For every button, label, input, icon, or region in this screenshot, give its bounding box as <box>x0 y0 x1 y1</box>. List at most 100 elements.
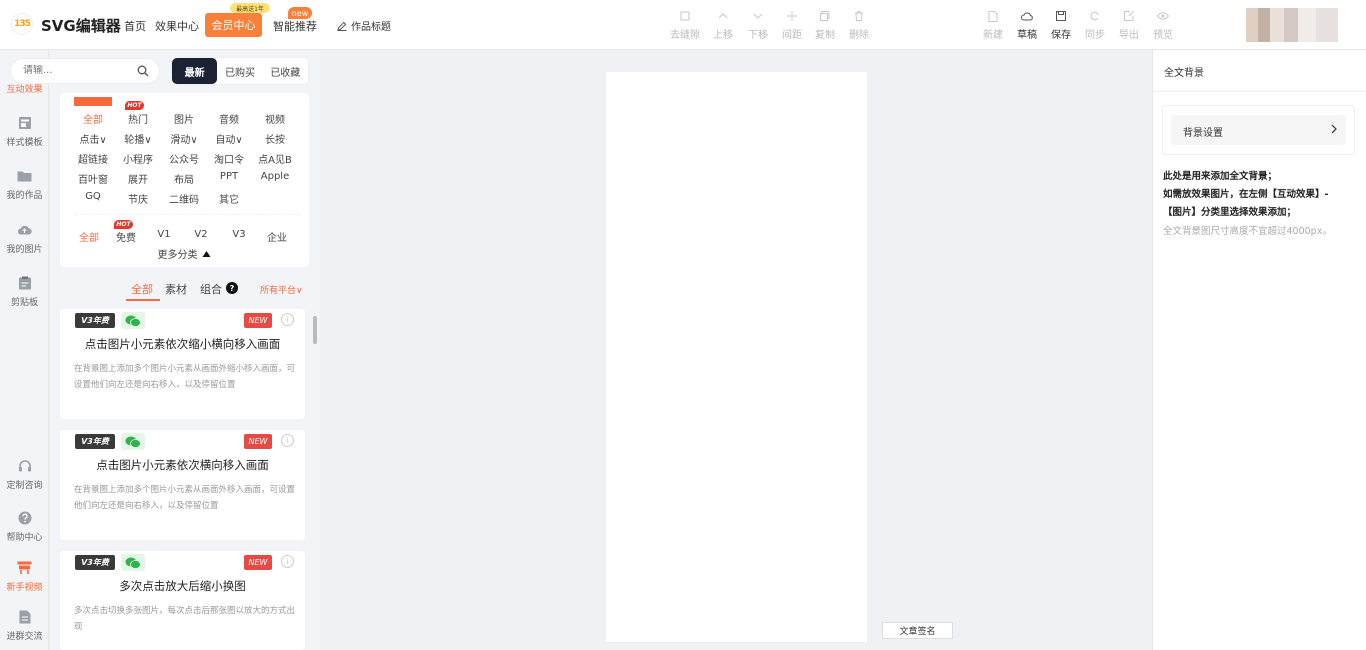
cat-auto[interactable]: 自动∨ <box>215 131 242 146</box>
scrollbar-thumb[interactable] <box>313 316 317 344</box>
search-box[interactable] <box>10 58 160 84</box>
seg-purchased[interactable]: 已购买 <box>217 58 262 84</box>
ver-v3[interactable]: V3 <box>232 229 245 240</box>
chevron-down-icon <box>752 10 764 22</box>
tool-spacing[interactable]: 间距 <box>775 10 809 41</box>
rail-item-my-images[interactable]: 我的图片 <box>0 222 49 255</box>
tool-sync[interactable]: 同步 <box>1078 10 1112 41</box>
spacing-icon <box>786 10 798 22</box>
rail-item-style-templates[interactable]: 样式模板 <box>0 115 49 148</box>
info-icon[interactable]: i <box>281 313 294 326</box>
cat-hot[interactable]: 热门 <box>128 111 148 126</box>
background-setting-row[interactable]: 背景设置 <box>1171 115 1346 145</box>
effect-card[interactable]: V3年费 NEW i 点击图片小元素依次缩小横向移入画面 在背景图上添加多个图片… <box>60 309 305 419</box>
subtab-material[interactable]: 素材 <box>165 281 187 297</box>
cat-a-see-b[interactable]: 点A见B <box>258 151 292 166</box>
tool-remove-gap[interactable]: 去缝隙 <box>668 10 702 41</box>
ver-free[interactable]: 免费 <box>116 229 136 244</box>
cat-official-account[interactable]: 公众号 <box>169 151 199 166</box>
tool-label: 同步 <box>1085 30 1105 41</box>
cat-miniprogram[interactable]: 小程序 <box>123 151 153 166</box>
pencil-icon <box>337 21 347 31</box>
wechat-icon <box>121 554 145 571</box>
more-categories-toggle[interactable]: 更多分类 <box>158 246 211 261</box>
cat-video[interactable]: 视频 <box>265 111 285 126</box>
help-icon[interactable]: ? <box>226 282 238 294</box>
rail-item-join-group[interactable]: 进群交流 <box>0 609 49 642</box>
video-icon <box>17 560 32 575</box>
rail-item-clipboard[interactable]: 剪贴板 <box>0 275 49 308</box>
tool-move-down[interactable]: 下移 <box>741 10 775 41</box>
effect-card[interactable]: V3年费 NEW i 点击图片小元素依次横向移入画面 在背景图上添加多个图片小元… <box>60 430 305 540</box>
nav-smart-recommend[interactable]: 智能推荐 <box>273 18 317 34</box>
tool-copy[interactable]: 复制 <box>808 10 842 41</box>
tool-move-up[interactable]: 上移 <box>706 10 740 41</box>
cat-longpress[interactable]: 长按 <box>265 131 285 146</box>
rail-item-help-center[interactable]: 帮助中心 <box>0 510 49 543</box>
question-icon <box>17 510 32 525</box>
search-input[interactable] <box>23 65 118 76</box>
nav-home[interactable]: 首页 <box>124 18 146 34</box>
subtab-combo[interactable]: 组合 <box>200 281 222 297</box>
new-tag: NEW <box>244 434 272 449</box>
top-bar: 135 SVG编辑器 首页 效果中心 会员中心 最高送1年 智能推荐 new 作… <box>0 0 1366 50</box>
rail-item-my-works[interactable]: 我的作品 <box>0 168 49 201</box>
seg-favorited[interactable]: 已收藏 <box>263 58 308 84</box>
ver-v1[interactable]: V1 <box>157 229 170 240</box>
seg-latest[interactable]: 最新 <box>172 58 218 84</box>
rail-item-beginner-videos[interactable]: 新手视频 <box>0 560 49 593</box>
tool-new[interactable]: 新建 <box>976 10 1010 41</box>
ver-v2[interactable]: V2 <box>194 229 207 240</box>
cat-hyperlink[interactable]: 超链接 <box>78 151 108 166</box>
panel-scrollbar[interactable] <box>312 306 318 650</box>
cat-qrcode[interactable]: 二维码 <box>169 191 199 206</box>
tool-preview[interactable]: 预览 <box>1146 10 1180 41</box>
cat-apple[interactable]: Apple <box>261 171 289 182</box>
cat-blinds[interactable]: 百叶窗 <box>78 171 108 186</box>
cat-layout[interactable]: 布局 <box>174 171 194 186</box>
cat-ppt[interactable]: PPT <box>220 171 238 182</box>
tool-save[interactable]: 保存 <box>1044 10 1078 41</box>
nav-effect-center[interactable]: 效果中心 <box>155 18 199 34</box>
info-icon[interactable]: i <box>281 434 294 447</box>
vip-center-button[interactable]: 会员中心 <box>205 13 262 37</box>
filter-segment: 最新 已购买 已收藏 <box>171 57 309 85</box>
logo-icon[interactable]: 135 <box>11 13 33 35</box>
rail-item-custom-consult[interactable]: 定制咨询 <box>0 458 49 491</box>
v3-annual-badge: V3年费 <box>75 313 115 328</box>
effect-card[interactable]: V3年费 NEW i 多次点击放大后缩小换图 多次点击切换多张图片，每次点击后那… <box>60 551 305 650</box>
platform-filter[interactable]: 所有平台∨ <box>260 283 303 296</box>
tool-label: 复制 <box>815 30 835 41</box>
chevron-right-icon <box>1331 124 1337 134</box>
user-avatar[interactable] <box>1246 8 1338 42</box>
background-setting-label: 背景设置 <box>1183 128 1223 139</box>
cat-all[interactable]: 全部 <box>83 111 103 126</box>
info-icon[interactable]: i <box>281 555 294 568</box>
card-title: 点击图片小元素依次横向移入画面 <box>96 458 269 472</box>
article-page[interactable] <box>606 72 867 642</box>
hot-badge: HOT <box>125 101 144 110</box>
cat-taobao-code[interactable]: 淘口令 <box>214 151 244 166</box>
subtab-all[interactable]: 全部 <box>131 281 153 297</box>
rail-label: 剪贴板 <box>10 298 38 308</box>
cat-other[interactable]: 其它 <box>219 191 239 206</box>
cat-image[interactable]: 图片 <box>174 111 194 126</box>
article-signature-button[interactable]: 文章签名 <box>882 622 953 639</box>
tool-draft[interactable]: 草稿 <box>1010 10 1044 41</box>
cat-click[interactable]: 点击∨ <box>79 131 106 146</box>
cat-festival[interactable]: 节庆 <box>128 191 148 206</box>
cat-gq[interactable]: GQ <box>85 191 101 202</box>
ver-enterprise[interactable]: 企业 <box>267 229 287 244</box>
card-description: 多次点击切换多张图片，每次点击后那张图以放大的方式出现 <box>74 606 296 632</box>
tool-export[interactable]: 导出 <box>1112 10 1146 41</box>
cat-expand[interactable]: 展开 <box>128 171 148 186</box>
cat-carousel[interactable]: 轮播∨ <box>124 131 151 146</box>
hot-badge: HOT <box>114 220 133 229</box>
tool-delete[interactable]: 删除 <box>842 10 876 41</box>
search-icon[interactable] <box>137 65 149 77</box>
tool-label: 上移 <box>713 30 733 41</box>
ver-all[interactable]: 全部 <box>79 229 99 244</box>
work-title-editor[interactable]: 作品标题 <box>337 18 391 33</box>
cat-audio[interactable]: 音频 <box>219 111 239 126</box>
cat-swipe[interactable]: 滑动∨ <box>170 131 197 146</box>
